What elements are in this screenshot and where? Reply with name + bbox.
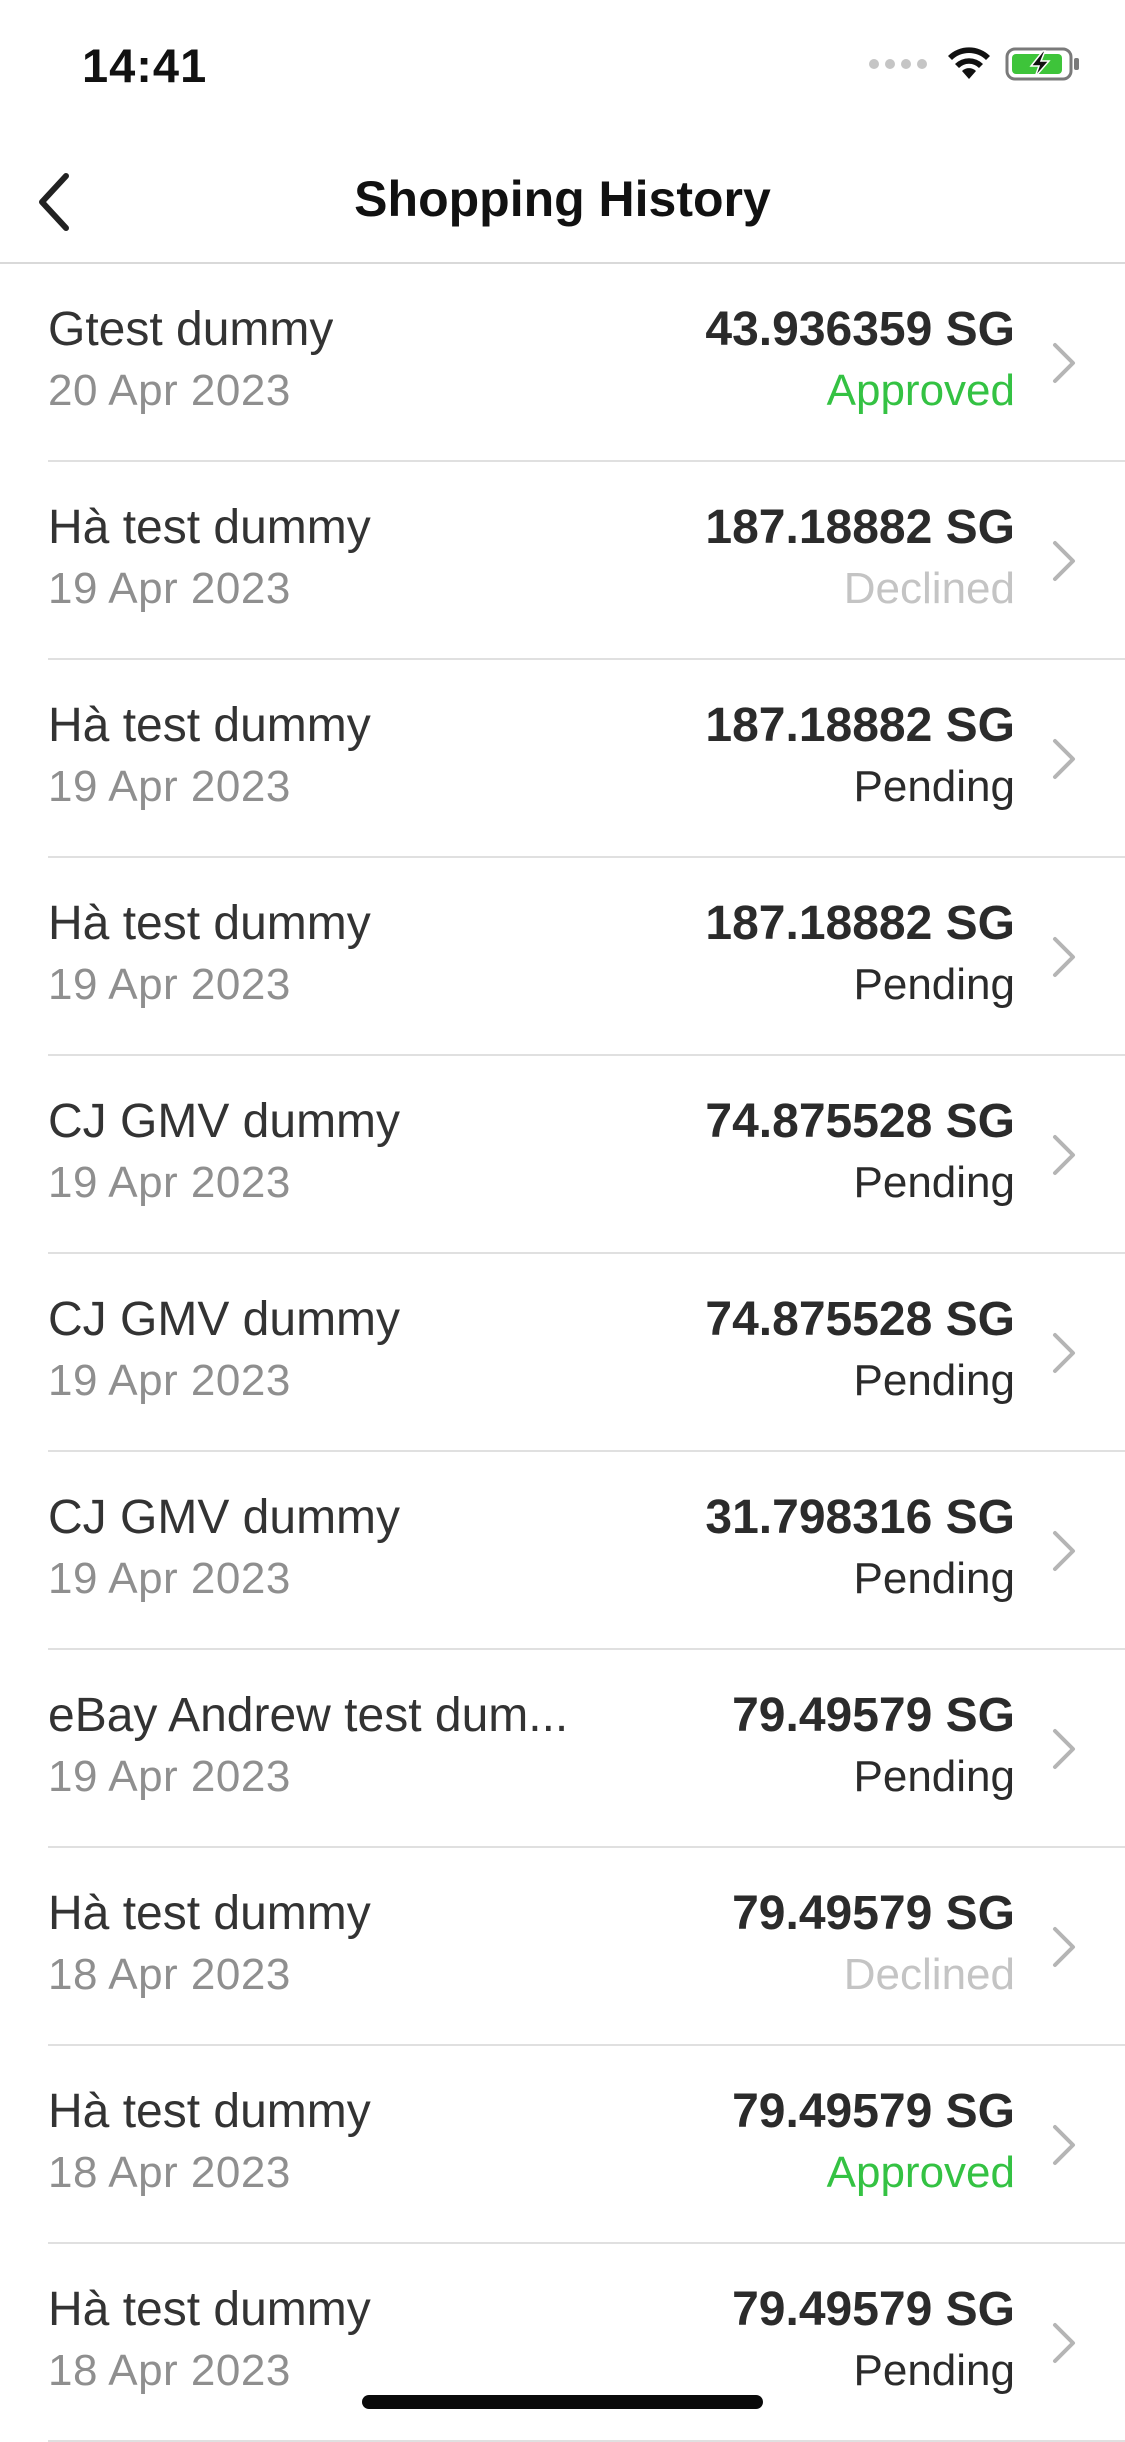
status-icons <box>869 46 1081 82</box>
transaction-date: 18 Apr 2023 <box>48 2346 291 2395</box>
transaction-amount: 79.49579 SG <box>732 1689 1015 1742</box>
transaction-amount: 74.875528 SG <box>705 1293 1015 1346</box>
merchant-name: CJ GMV dummy <box>48 1491 401 1544</box>
transaction-row[interactable]: CJ GMV dummy 19 Apr 2023 74.875528 SG Pendi… <box>0 1254 1125 1452</box>
transaction-status: Approved <box>826 2148 1015 2197</box>
transaction-amount: 187.18882 SG <box>705 501 1015 554</box>
transaction-status: Pending <box>853 2346 1015 2395</box>
cellular-signal-icon <box>869 59 927 69</box>
transaction-row[interactable]: Hà test dummy 18 Apr 2023 79.49579 SG Appro… <box>0 2046 1125 2244</box>
transaction-status: Pending <box>853 1554 1015 1603</box>
merchant-name: Hà test dummy <box>48 699 371 752</box>
transaction-row[interactable]: eBay Andrew test dum... 19 Apr 2023 79.495… <box>0 1650 1125 1848</box>
transaction-row[interactable]: CJ GMV dummy 19 Apr 2023 74.875528 SG Pendi… <box>0 1056 1125 1254</box>
transaction-date: 19 Apr 2023 <box>48 1752 291 1801</box>
transaction-amount: 187.18882 SG <box>705 897 1015 950</box>
home-indicator <box>362 2395 763 2409</box>
transaction-amount: 79.49579 SG <box>732 1887 1015 1940</box>
transaction-status: Declined <box>843 1950 1015 1999</box>
merchant-name: Hà test dummy <box>48 897 371 950</box>
merchant-name: Hà test dummy <box>48 501 371 554</box>
transaction-row[interactable]: Hà test dummy 18 Apr 2023 79.49579 SG Pendi… <box>0 2244 1125 2442</box>
transaction-amount: 187.18882 SG <box>705 699 1015 752</box>
transaction-list: Gtest dummy 20 Apr 2023 43.936359 SG Approv… <box>0 264 1125 2442</box>
chevron-right-icon <box>1053 541 1075 581</box>
transaction-status: Declined <box>843 564 1015 613</box>
merchant-name: Gtest dummy <box>48 303 334 356</box>
transaction-amount: 79.49579 SG <box>732 2085 1015 2138</box>
transaction-amount: 74.875528 SG <box>705 1095 1015 1148</box>
merchant-name: Hà test dummy <box>48 2085 371 2138</box>
navigation-bar: Shopping History <box>0 140 1125 264</box>
transaction-date: 19 Apr 2023 <box>48 1554 291 1603</box>
merchant-name: CJ GMV dummy <box>48 1293 401 1346</box>
chevron-right-icon <box>1053 1927 1075 1967</box>
chevron-right-icon <box>1053 1729 1075 1769</box>
merchant-name: Hà test dummy <box>48 1887 371 1940</box>
chevron-right-icon <box>1053 739 1075 779</box>
transaction-row[interactable]: Gtest dummy 20 Apr 2023 43.936359 SG Approv… <box>0 264 1125 462</box>
merchant-name: Hà test dummy <box>48 2283 371 2336</box>
transaction-date: 20 Apr 2023 <box>48 366 291 415</box>
status-time: 14:41 <box>82 39 208 92</box>
transaction-row[interactable]: Hà test dummy 19 Apr 2023 187.18882 SG Pend… <box>0 660 1125 858</box>
transaction-date: 19 Apr 2023 <box>48 762 291 811</box>
chevron-right-icon <box>1053 1531 1075 1571</box>
battery-charging-icon <box>1005 47 1079 81</box>
transaction-row[interactable]: CJ GMV dummy 19 Apr 2023 31.798316 SG Pendi… <box>0 1452 1125 1650</box>
status-bar: 14:41 <box>0 0 1125 140</box>
transaction-row[interactable]: Hà test dummy 19 Apr 2023 187.18882 SG Decl… <box>0 462 1125 660</box>
merchant-name: eBay Andrew test dum... <box>48 1689 569 1742</box>
transaction-amount: 43.936359 SG <box>705 303 1015 356</box>
transaction-status: Approved <box>826 366 1015 415</box>
transaction-date: 19 Apr 2023 <box>48 960 291 1009</box>
chevron-right-icon <box>1053 2125 1075 2165</box>
transaction-date: 18 Apr 2023 <box>48 1950 291 1999</box>
transaction-amount: 31.798316 SG <box>705 1491 1015 1544</box>
chevron-right-icon <box>1053 343 1075 383</box>
chevron-right-icon <box>1053 2323 1075 2363</box>
wifi-icon <box>948 47 990 79</box>
transaction-amount: 79.49579 SG <box>732 2283 1015 2336</box>
chevron-right-icon <box>1053 1333 1075 1373</box>
transaction-status: Pending <box>853 762 1015 811</box>
transaction-status: Pending <box>853 1356 1015 1405</box>
transaction-date: 18 Apr 2023 <box>48 2148 291 2197</box>
transaction-date: 19 Apr 2023 <box>48 1356 291 1405</box>
merchant-name: CJ GMV dummy <box>48 1095 401 1148</box>
transaction-row[interactable]: Hà test dummy 18 Apr 2023 79.49579 SG Decli… <box>0 1848 1125 2046</box>
transaction-status: Pending <box>853 1158 1015 1207</box>
transaction-row[interactable]: Hà test dummy 19 Apr 2023 187.18882 SG Pend… <box>0 858 1125 1056</box>
transaction-date: 19 Apr 2023 <box>48 1158 291 1207</box>
chevron-right-icon <box>1053 937 1075 977</box>
chevron-right-icon <box>1053 1135 1075 1175</box>
page-title: Shopping History <box>354 171 771 227</box>
transaction-status: Pending <box>853 1752 1015 1801</box>
transaction-date: 19 Apr 2023 <box>48 564 291 613</box>
transaction-status: Pending <box>853 960 1015 1009</box>
